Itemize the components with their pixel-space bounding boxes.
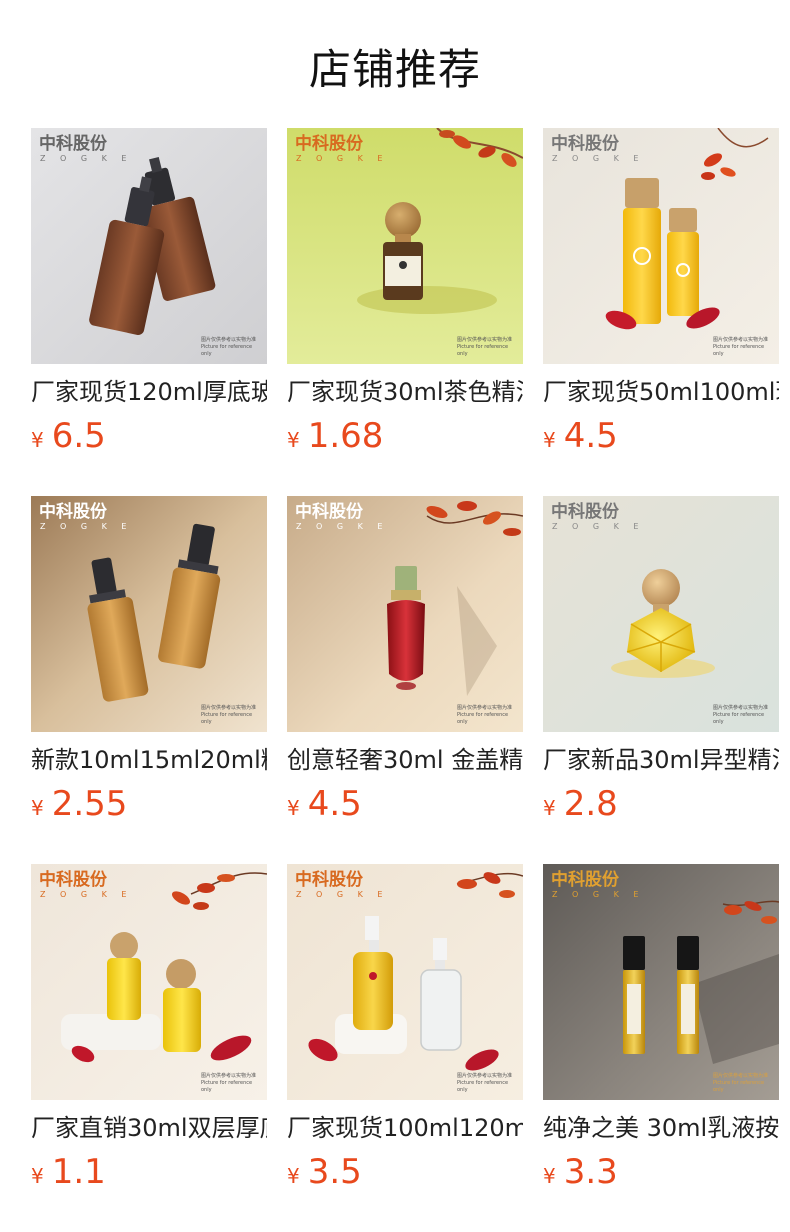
brand-sub-logo: Z O G K E — [40, 522, 133, 531]
currency-symbol: ¥ — [543, 1164, 556, 1188]
brand-sub-logo: Z O G K E — [552, 522, 645, 531]
currency-symbol: ¥ — [31, 1164, 44, 1188]
brand-logo: 中科股份 — [39, 870, 107, 890]
product-image[interactable]: 中科股份 Z O G K E 图片仅供参考以实物为准 Picture for re… — [287, 496, 523, 732]
brand-logo: 中科股份 — [39, 502, 107, 522]
currency-symbol: ¥ — [287, 796, 300, 820]
product-card[interactable]: 中科股份 Z O G K E 图片仅供参考以实物为准 Picture for re… — [287, 864, 523, 1232]
currency-symbol: ¥ — [31, 796, 44, 820]
brand-logo: 中科股份 — [295, 502, 363, 522]
product-name[interactable]: 厂家现货30ml茶色精油瓶 — [287, 376, 523, 408]
product-name[interactable]: 厂家现货100ml120ml喷雾瓶 — [287, 1112, 523, 1144]
brand-sub-logo: Z O G K E — [296, 522, 389, 531]
product-image[interactable]: 中科股份 Z O G K E 图片仅供参考以实物为准 Picture for re… — [543, 864, 779, 1100]
product-card[interactable]: 中科股份 Z O G K E 图片仅供参考以实物为准 Picture for re… — [543, 128, 779, 496]
price-value: 4.5 — [307, 784, 362, 824]
product-name[interactable]: 创意轻奢30ml 金盖精油瓶 — [287, 744, 523, 776]
product-price: ¥2.8 — [543, 784, 779, 824]
product-price: ¥3.3 — [543, 1152, 779, 1192]
reference-note: 图片仅供参考以实物为准 Picture for reference only — [457, 705, 513, 725]
brand-logo: 中科股份 — [295, 134, 363, 154]
product-price: ¥4.5 — [287, 784, 523, 824]
brand-logo: 中科股份 — [295, 870, 363, 890]
reference-note: 图片仅供参考以实物为准 Picture for reference only — [201, 1073, 257, 1093]
product-card[interactable]: 中科股份 Z O G K E 图片仅供参考以实物为准 Picture for re… — [543, 496, 779, 864]
product-card[interactable]: 中科股份 Z O G K E 图片仅供参考以实物为准 Picture for re… — [287, 128, 523, 496]
product-card[interactable]: 中科股份 Z O G K E 图片仅供参考以实物为准 Picture for re… — [31, 864, 267, 1232]
product-image[interactable]: 中科股份 Z O G K E 图片仅供参考以实物为准 Picture for re… — [287, 128, 523, 364]
price-value: 2.55 — [51, 784, 128, 824]
product-image[interactable]: 中科股份 Z O G K E 图片仅供参考以实物为准 Picture for re… — [543, 128, 779, 364]
price-value: 6.5 — [51, 416, 106, 456]
product-price: ¥2.55 — [31, 784, 267, 824]
price-value: 4.5 — [563, 416, 618, 456]
product-card[interactable]: 中科股份 Z O G K E 图片仅供参考以实物为准 Picture for re… — [31, 496, 267, 864]
price-value: 2.8 — [563, 784, 618, 824]
product-card[interactable]: 中科股份 Z O G K E 图片仅供参考以实物为准 Picture for re… — [543, 864, 779, 1232]
reference-note: 图片仅供参考以实物为准 Picture for reference only — [713, 1073, 769, 1093]
brand-sub-logo: Z O G K E — [552, 154, 645, 163]
currency-symbol: ¥ — [543, 796, 556, 820]
brand-logo: 中科股份 — [551, 870, 619, 890]
brand-sub-logo: Z O G K E — [296, 154, 389, 163]
product-card[interactable]: 中科股份 Z O G K E 图片仅供参考以实物为准 Picture for re… — [31, 128, 267, 496]
reference-note: 图片仅供参考以实物为准 Picture for reference only — [713, 337, 769, 357]
product-image[interactable]: 中科股份 Z O G K E 图片仅供参考以实物为准 Picture for re… — [287, 864, 523, 1100]
product-image[interactable]: 中科股份 Z O G K E 图片仅供参考以实物为准 Picture for re… — [31, 128, 267, 364]
currency-symbol: ¥ — [543, 428, 556, 452]
product-image[interactable]: 中科股份 Z O G K E 图片仅供参考以实物为准 Picture for re… — [31, 864, 267, 1100]
product-image[interactable]: 中科股份 Z O G K E 图片仅供参考以实物为准 Picture for re… — [31, 496, 267, 732]
product-grid: 中科股份 Z O G K E 图片仅供参考以实物为准 Picture for re… — [31, 128, 779, 1232]
brand-sub-logo: Z O G K E — [40, 154, 133, 163]
brand-logo: 中科股份 — [39, 134, 107, 154]
product-card[interactable]: 中科股份 Z O G K E 图片仅供参考以实物为准 Picture for re… — [287, 496, 523, 864]
product-name[interactable]: 厂家直销30ml双层厚底瓶 — [31, 1112, 267, 1144]
brand-sub-logo: Z O G K E — [40, 890, 133, 899]
reference-note: 图片仅供参考以实物为准 Picture for reference only — [201, 705, 257, 725]
currency-symbol: ¥ — [31, 428, 44, 452]
product-image[interactable]: 中科股份 Z O G K E 图片仅供参考以实物为准 Picture for re… — [543, 496, 779, 732]
brand-sub-logo: Z O G K E — [296, 890, 389, 899]
product-name[interactable]: 厂家现货120ml厚底玻璃乳液瓶 — [31, 376, 267, 408]
reference-note: 图片仅供参考以实物为准 Picture for reference only — [457, 337, 513, 357]
product-price: ¥1.1 — [31, 1152, 267, 1192]
product-price: ¥3.5 — [287, 1152, 523, 1192]
product-price: ¥4.5 — [543, 416, 779, 456]
product-name[interactable]: 厂家现货50ml100ml玻璃瓶 — [543, 376, 779, 408]
currency-symbol: ¥ — [287, 1164, 300, 1188]
price-value: 3.3 — [563, 1152, 618, 1192]
price-value: 3.5 — [307, 1152, 362, 1192]
reference-note: 图片仅供参考以实物为准 Picture for reference only — [713, 705, 769, 725]
currency-symbol: ¥ — [287, 428, 300, 452]
page-title: 店铺推荐 — [308, 45, 481, 94]
price-value: 1.1 — [51, 1152, 106, 1192]
product-price: ¥6.5 — [31, 416, 267, 456]
product-name[interactable]: 厂家新品30ml异型精油瓶 — [543, 744, 779, 776]
brand-logo: 中科股份 — [551, 502, 619, 522]
brand-logo: 中科股份 — [551, 134, 619, 154]
product-name[interactable]: 新款10ml15ml20ml精华瓶 — [31, 744, 267, 776]
price-value: 1.68 — [307, 416, 384, 456]
reference-note: 图片仅供参考以实物为准 Picture for reference only — [201, 337, 257, 357]
product-name[interactable]: 纯净之美 30ml乳液按压瓶 — [543, 1112, 779, 1144]
brand-sub-logo: Z O G K E — [552, 890, 645, 899]
product-price: ¥1.68 — [287, 416, 523, 456]
reference-note: 图片仅供参考以实物为准 Picture for reference only — [457, 1073, 513, 1093]
